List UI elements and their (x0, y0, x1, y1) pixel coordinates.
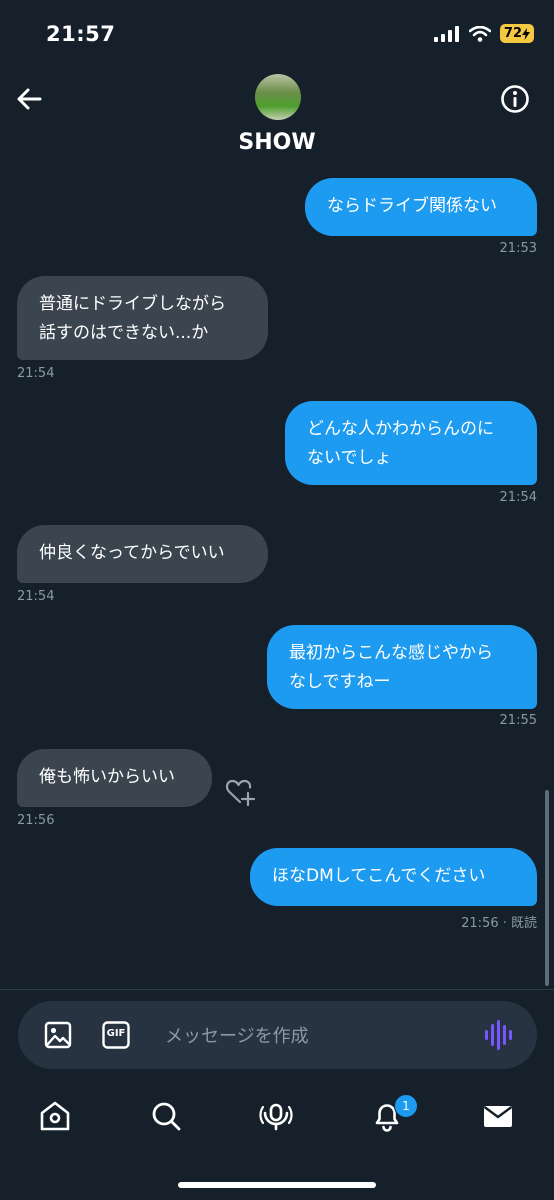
wifi-icon (468, 25, 491, 42)
message-bubble-received[interactable]: 普通にドライブしながら 話すのはできない...か (17, 276, 268, 360)
search-icon[interactable] (149, 1099, 183, 1133)
avatar[interactable] (255, 74, 301, 120)
conversation-name[interactable]: SHOW (0, 130, 554, 155)
message-timestamp: 21:55 (499, 713, 537, 728)
charging-icon (522, 27, 530, 40)
message-timestamp: 21:54 (499, 490, 537, 505)
voice-icon[interactable] (484, 1019, 512, 1051)
message-timestamp-read: 21:56 · 既読 (461, 916, 537, 931)
battery-level: 72 (503, 26, 522, 41)
notification-badge: 1 (394, 1094, 418, 1118)
status-time: 21:57 (46, 22, 116, 46)
message-timestamp: 21:53 (499, 241, 537, 256)
back-arrow-icon[interactable] (14, 84, 44, 114)
message-timestamp: 21:56 (17, 813, 55, 828)
mail-icon[interactable] (481, 1099, 515, 1133)
scrollbar[interactable] (545, 790, 549, 986)
message-bubble-sent[interactable]: ほなDMしてこんでください (250, 848, 537, 906)
battery-indicator: 72 (499, 24, 534, 43)
heart-add-icon[interactable] (224, 777, 256, 807)
spaces-icon[interactable] (259, 1099, 293, 1133)
gif-button[interactable]: GIF (102, 1021, 130, 1049)
message-bubble-sent[interactable]: どんな人かわからんのに ないでしょ (285, 401, 537, 485)
message-bubble-sent[interactable]: ならドライブ関係ない (305, 178, 537, 236)
message-timestamp: 21:54 (17, 589, 55, 604)
info-icon[interactable] (500, 84, 530, 114)
status-icons: 72 (433, 24, 534, 43)
message-bubble-received[interactable]: 俺も怖いからいい (17, 749, 212, 807)
image-icon[interactable] (44, 1020, 72, 1050)
home-indicator (178, 1182, 376, 1188)
message-bubble-sent[interactable]: 最初からこんな感じやから なしですねー (267, 625, 537, 709)
divider (0, 989, 554, 990)
message-bubble-received[interactable]: 仲良くなってからでいい (17, 525, 268, 583)
home-icon[interactable] (38, 1099, 72, 1133)
gif-label: GIF (106, 1028, 126, 1039)
signal-icon (433, 25, 459, 42)
message-timestamp: 21:54 (17, 366, 55, 381)
message-input[interactable] (163, 1020, 467, 1052)
